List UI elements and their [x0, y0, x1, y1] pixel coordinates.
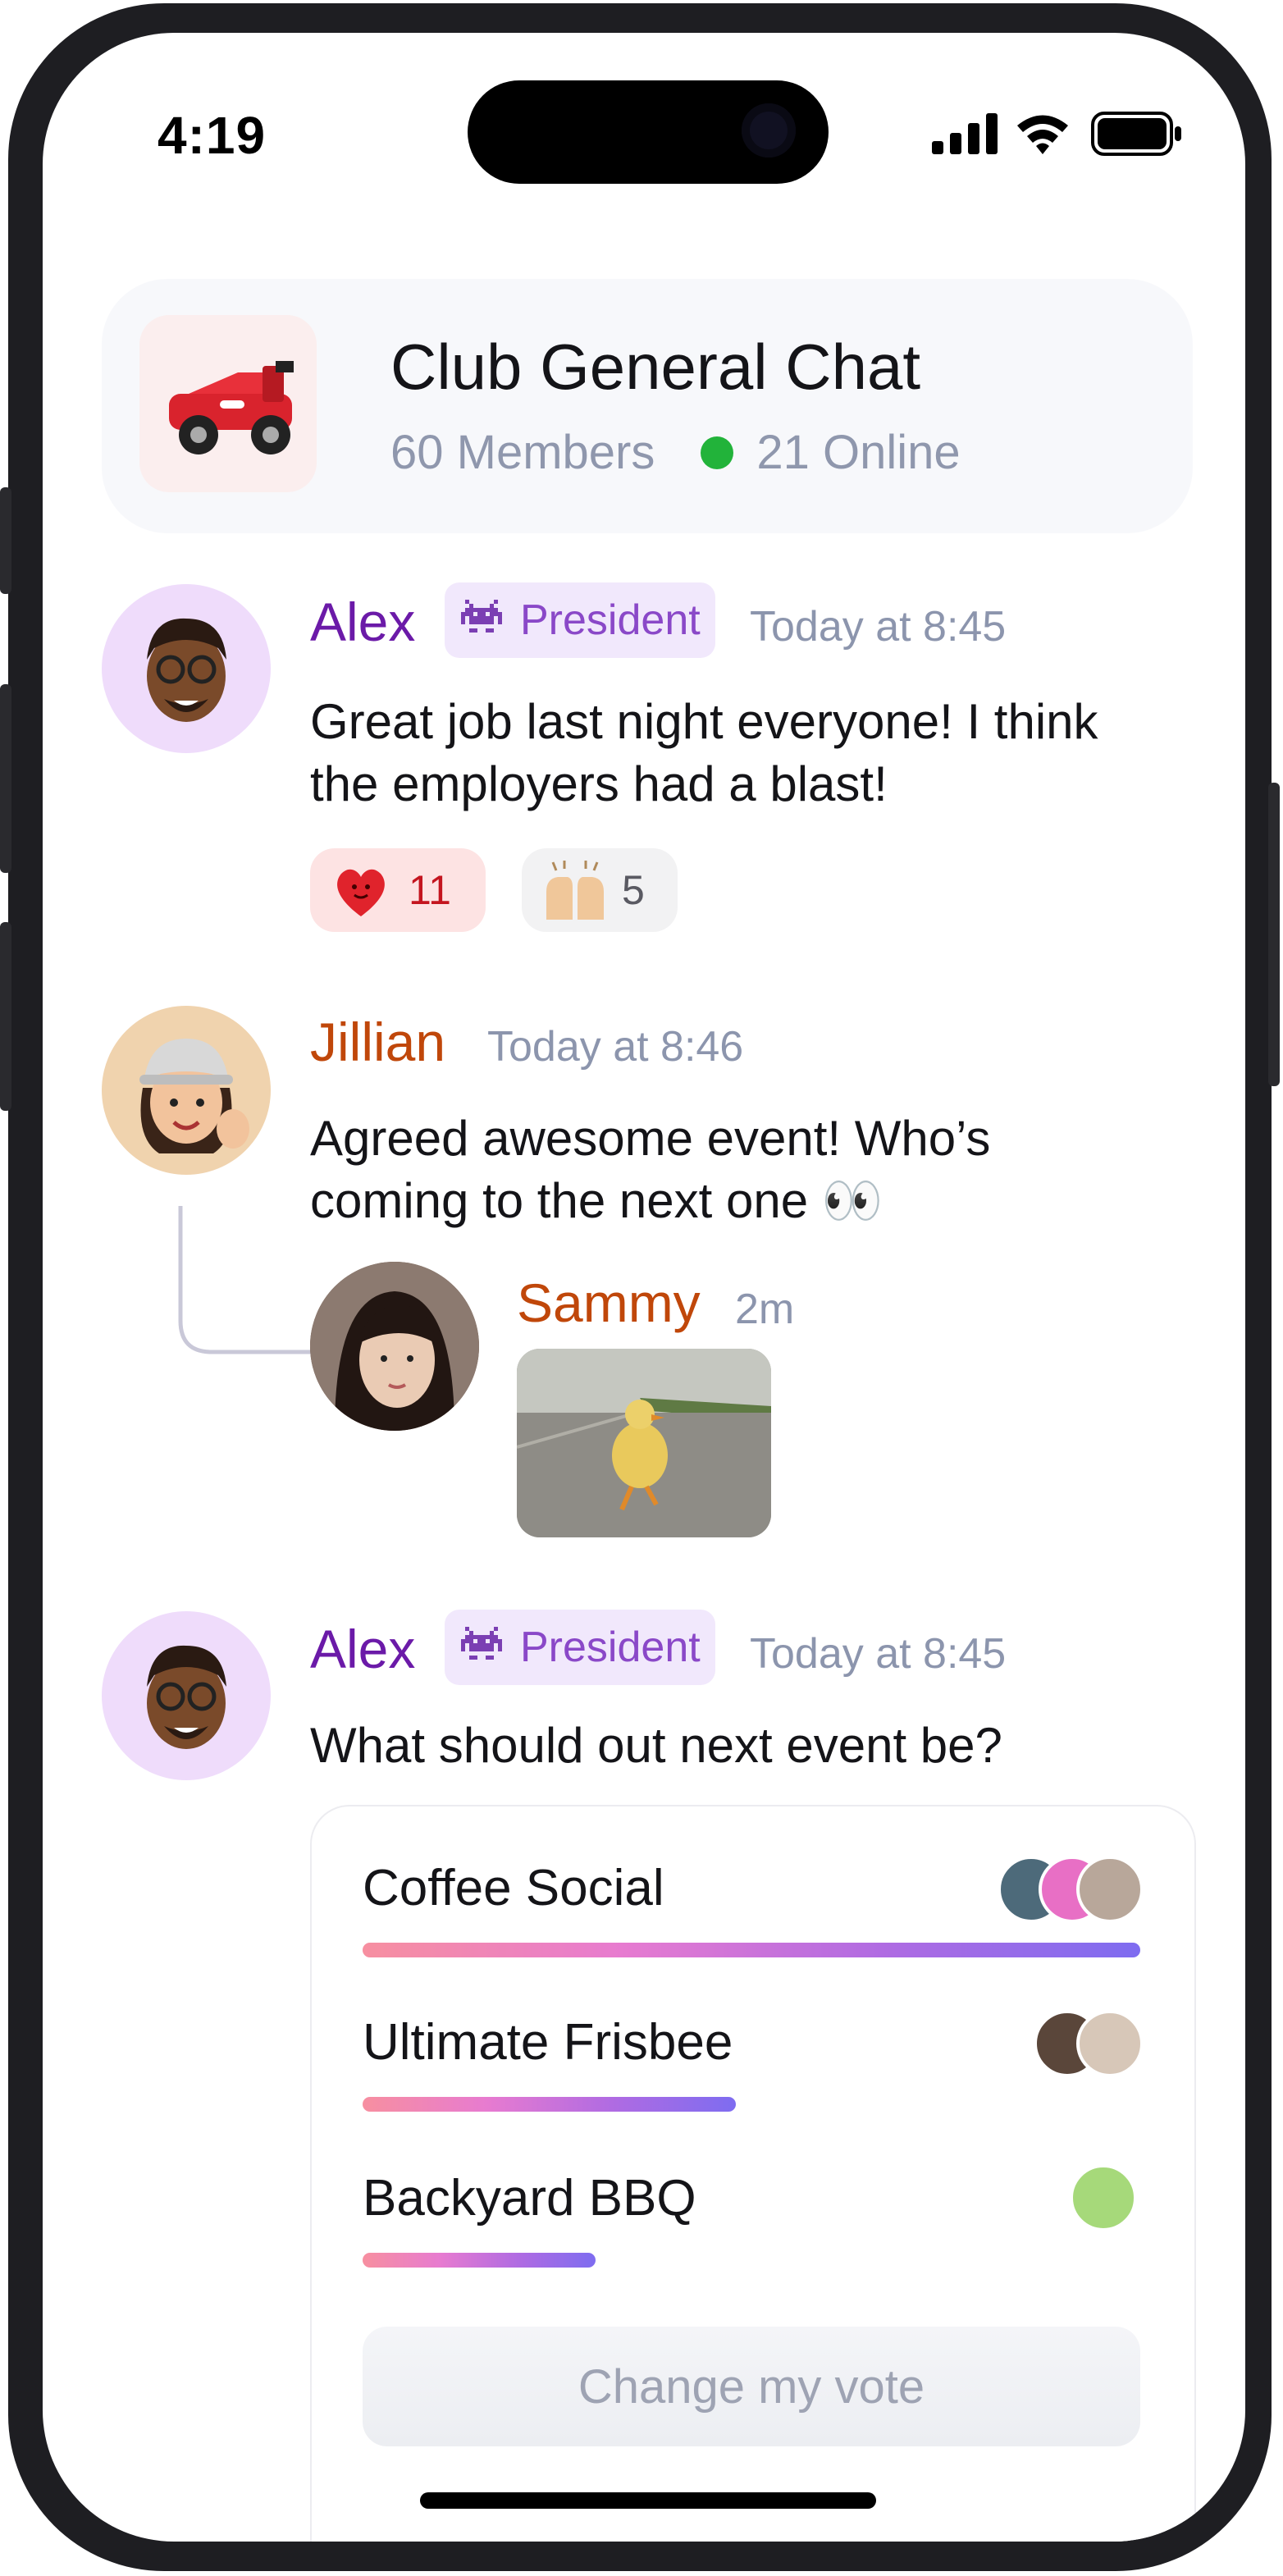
reply-author-name[interactable]: Sammy: [517, 1272, 701, 1334]
message-timestamp: Today at 8:45: [750, 1630, 1007, 1678]
reaction-count: 5: [622, 867, 645, 913]
space-invader-icon: [461, 600, 502, 633]
space-invader-icon: [461, 1627, 502, 1660]
message-line: Great job last night everyone! I think: [310, 694, 1098, 749]
club-avatar: [139, 315, 317, 492]
poll-option-label[interactable]: Backyard BBQ: [363, 2169, 696, 2227]
action-button: [0, 487, 11, 594]
volume-up-button: [0, 684, 11, 873]
chat-meta: 60 Members 21 Online: [390, 425, 961, 480]
role-badge-label: President: [520, 1624, 701, 1671]
change-vote-button[interactable]: Change my vote: [363, 2327, 1140, 2446]
reply-image[interactable]: [517, 1349, 771, 1537]
memoji-jillian-icon: [139, 1039, 249, 1153]
poll-option-label[interactable]: Ultimate Frisbee: [363, 2013, 733, 2071]
chat-title: Club General Chat: [390, 331, 921, 403]
poll-option-label[interactable]: Coffee Social: [363, 1859, 664, 1917]
reaction-heart[interactable]: 11: [310, 848, 486, 932]
volume-down-button: [0, 922, 11, 1111]
avatar-sammy[interactable]: [310, 1262, 479, 1431]
poll-bar: [363, 2253, 596, 2268]
members-count: 60 Members: [390, 426, 655, 479]
message-text: Agreed awesome event! Who’s coming to th…: [310, 1108, 1212, 1232]
thread-connector: [178, 1206, 325, 1354]
author-name[interactable]: Alex: [310, 591, 415, 653]
race-car-icon: [169, 361, 294, 454]
screen: 4:19 Club General Chat 60 Members 21 Onl…: [43, 33, 1245, 2542]
home-indicator[interactable]: [420, 2492, 876, 2509]
memoji-alex-icon: [147, 618, 226, 722]
author-name[interactable]: Alex: [310, 1618, 415, 1680]
photo-sammy-icon: [310, 1262, 479, 1431]
poll-bar-track: [363, 2097, 1140, 2112]
message-timestamp: Today at 8:45: [750, 603, 1007, 651]
poll-bar: [363, 2097, 737, 2112]
message-line: coming to the next one 👀: [310, 1173, 883, 1228]
avatar-alex[interactable]: [102, 584, 271, 753]
reply-timestamp: 2m: [735, 1286, 795, 1333]
role-badge-label: President: [520, 596, 701, 644]
voter-avatar: [1076, 1856, 1144, 1923]
phone-frame: 4:19 Club General Chat 60 Members 21 Onl…: [0, 3, 1280, 2571]
voter-avatar: [1076, 2010, 1144, 2077]
raised-hands-icon: [546, 861, 604, 920]
signal-icon: [932, 113, 998, 154]
message-text: Great job last night everyone! I think t…: [310, 691, 1212, 815]
message-line: the employers had a blast!: [310, 756, 888, 811]
heart-character-icon: [337, 869, 385, 916]
poll-bar-track: [363, 1943, 1140, 1957]
memoji-alex-icon: [147, 1645, 226, 1749]
status-time: 4:19: [158, 106, 267, 165]
reaction-count: 11: [409, 867, 451, 913]
battery-icon: [1091, 112, 1181, 156]
poll-bar: [363, 1943, 1140, 1957]
message-line: Agreed awesome event! Who’s: [310, 1111, 991, 1166]
author-name[interactable]: Jillian: [310, 1011, 445, 1073]
wifi-icon: [1017, 115, 1068, 154]
power-button: [1268, 783, 1280, 1086]
role-badge: President: [445, 582, 715, 658]
voter-avatar: [1070, 2164, 1137, 2231]
duck-photo-icon: [517, 1349, 771, 1537]
online-count: 21 Online: [756, 426, 961, 479]
message-text: What should out next event be?: [310, 1718, 1002, 1773]
role-badge: President: [445, 1610, 715, 1685]
poll-bar-track: [363, 2253, 1140, 2268]
message-timestamp: Today at 8:46: [487, 1023, 744, 1071]
camera-icon: [742, 103, 796, 158]
online-indicator: [701, 436, 734, 469]
reaction-raised-hands[interactable]: 5: [522, 848, 678, 932]
avatar-jillian[interactable]: [102, 1006, 271, 1175]
avatar-alex[interactable]: [102, 1611, 271, 1780]
